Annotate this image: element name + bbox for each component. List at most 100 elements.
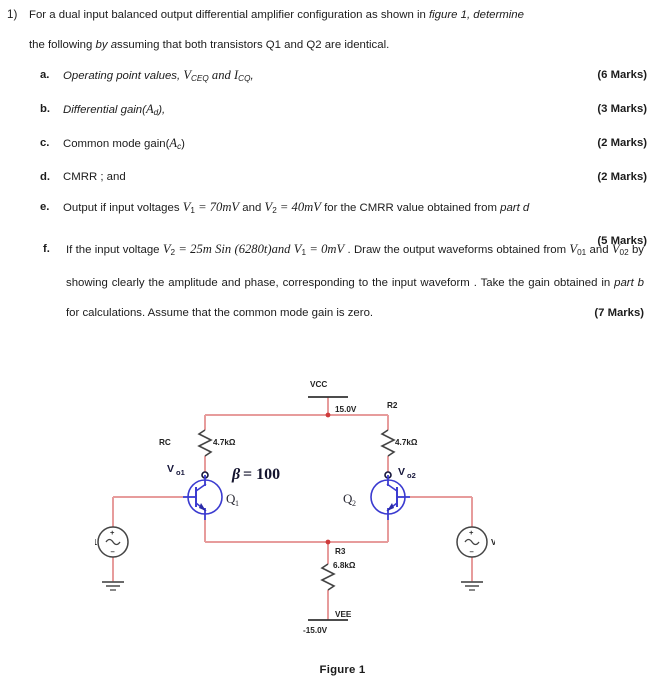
part-f-italic1: part b [614,277,644,289]
part-e-italic-tail: part d [500,202,530,214]
part-f-seg2: . Draw the output waveforms obtained fro… [344,244,570,256]
part-b-marks: (3 Marks) [597,103,647,115]
transistor-q2: Q 2 [343,475,410,520]
resistor-rc: RC 4.7kΩ [159,429,236,457]
stem-line1: For a dual input balanced output differe… [29,9,429,21]
transistor-q1: Q 1 [183,475,239,520]
part-d-letter: d. [40,171,51,183]
part-f-sym4: V [611,242,620,256]
part-a-post: , [250,70,254,82]
stem-figure-reference: figure 1, determine [428,9,524,21]
part-e-post: for the CMRR value obtained from [320,202,501,214]
part-e-letter: e. [40,201,50,213]
vcc-label: VCC [310,380,327,389]
part-a-marks: (6 Marks) [597,69,647,81]
part-b-letter: b. [40,103,51,115]
question-stem-line2: the following by assuming that both tran… [0,30,661,60]
stem-line2c: ssuming that both transistors Q1 and Q2 … [117,39,390,51]
part-f: f. If the input voltage V2 = 25m Sin (62… [0,234,661,328]
part-a-pre: Operating point values, [63,70,184,82]
vo2-sub: o2 [407,471,416,480]
r2-name-label: R2 [387,401,398,410]
part-c-letter: c. [40,137,50,149]
part-b-post: ), [158,104,166,116]
part-f-and: and [271,242,294,256]
r3-name-label: R3 [335,547,346,556]
vcc-symbol: VCC 15.0V [308,380,357,414]
part-a-text: Operating point values, VCEQ and ICQ, [63,60,643,94]
part-f-sym3: V [569,242,578,256]
q1-sub: 1 [235,499,239,508]
v1-plus-sign: + [110,528,115,537]
question-stem-text: For a dual input balanced output differe… [29,0,643,30]
part-f-eq1: = 25m Sin (6280t) [175,242,272,256]
part-e-eq2: = 40mV [276,200,321,214]
output-terminal-vo1: V o1 [167,463,209,479]
source-v2: + – V2 [456,526,495,591]
part-f-seg5: for calculations. Assume that the common… [66,307,374,319]
node-emitter [325,539,331,545]
part-a: a. Operating point values, VCEQ and ICQ,… [0,60,661,94]
part-a-sym2-sub: CQ [238,74,251,83]
part-e-text: Output if input voltages V1 = 70mV and V… [63,192,643,226]
part-f-seg1: If the input voltage [66,244,163,256]
part-b-pre: Differential gain( [63,104,146,116]
vee-value: -15.0V [303,626,328,635]
part-c-marks: (2 Marks) [597,137,647,149]
part-f-sym4-sub: 02 [619,248,629,257]
r2-value-label: 4.7kΩ [395,438,418,447]
differential-amplifier-circuit: VCC 15.0V VEE -15.0V RC 4.7kΩ R2 4.7kΩ R… [95,380,495,635]
part-e-eq1: = 70mV [194,200,240,214]
figure-caption: Figure 1 [319,664,366,676]
part-b: b. Differential gain(Ad), (3 Marks) [0,94,661,128]
part-a-letter: a. [40,69,50,81]
part-e: e. Output if input voltages V1 = 70mV an… [0,192,661,226]
wire-network [112,397,473,620]
question-stem: 1) For a dual input balanced output diff… [0,0,661,30]
part-f-letter: f. [43,243,50,255]
part-e-mid: and [239,202,265,214]
beta-symbol: β [231,466,241,483]
part-d: d. CMRR ; and (2 Marks) [0,162,661,192]
part-d-text: CMRR ; and [63,171,126,183]
v2-label: V2 [491,538,495,547]
part-c-pre: Common mode gain( [63,138,170,150]
part-a-mid: and [208,68,234,82]
stem-line2a: the following [29,39,96,51]
v2-plus-sign: + [469,528,474,537]
v2-minus-sign: – [470,547,474,556]
part-f-eq2: = 0mV [306,242,345,256]
node-vcc [325,412,331,418]
part-b-sym1: A [145,102,154,116]
part-a-sym1: V [183,68,192,82]
source-v1: + – V1 [95,526,129,591]
question-stem-text2: the following by assuming that both tran… [29,30,643,60]
part-a-sym1-sub: CEQ [191,74,209,83]
vee-label: VEE [335,610,352,619]
part-f-seg3: and [586,244,612,256]
r3-value-label: 6.8kΩ [333,561,356,570]
vo1-sub: o1 [176,468,185,477]
part-c: c. Common mode gain(Ac) (2 Marks) [0,128,661,162]
part-f-sym1: V [162,242,171,256]
part-f-sym3-sub: 01 [577,248,587,257]
v1-label: V1 [95,538,97,547]
question-number: 1) [7,8,18,21]
vo2-label: V [398,466,405,478]
rc-value-label: 4.7kΩ [213,438,236,447]
ground-right [461,581,483,591]
q2-sub: 2 [352,499,356,508]
part-f-marks: (7 Marks) [594,307,644,319]
question-block: 1) For a dual input balanced output diff… [0,0,661,328]
beta-value: = 100 [243,466,280,483]
part-d-marks: (2 Marks) [597,171,647,183]
vo1-label: V [167,463,174,475]
part-c-sym1: A [169,136,178,150]
vcc-value: 15.0V [335,405,357,414]
part-c-post: ) [181,138,185,150]
stem-line2b: by a [95,39,118,51]
part-f-text: If the input voltage V2 = 25m Sin (6280t… [66,234,644,328]
part-c-text: Common mode gain(Ac) [63,128,643,162]
output-terminal-vo2: V o2 [384,466,416,480]
ground-left [102,581,124,591]
